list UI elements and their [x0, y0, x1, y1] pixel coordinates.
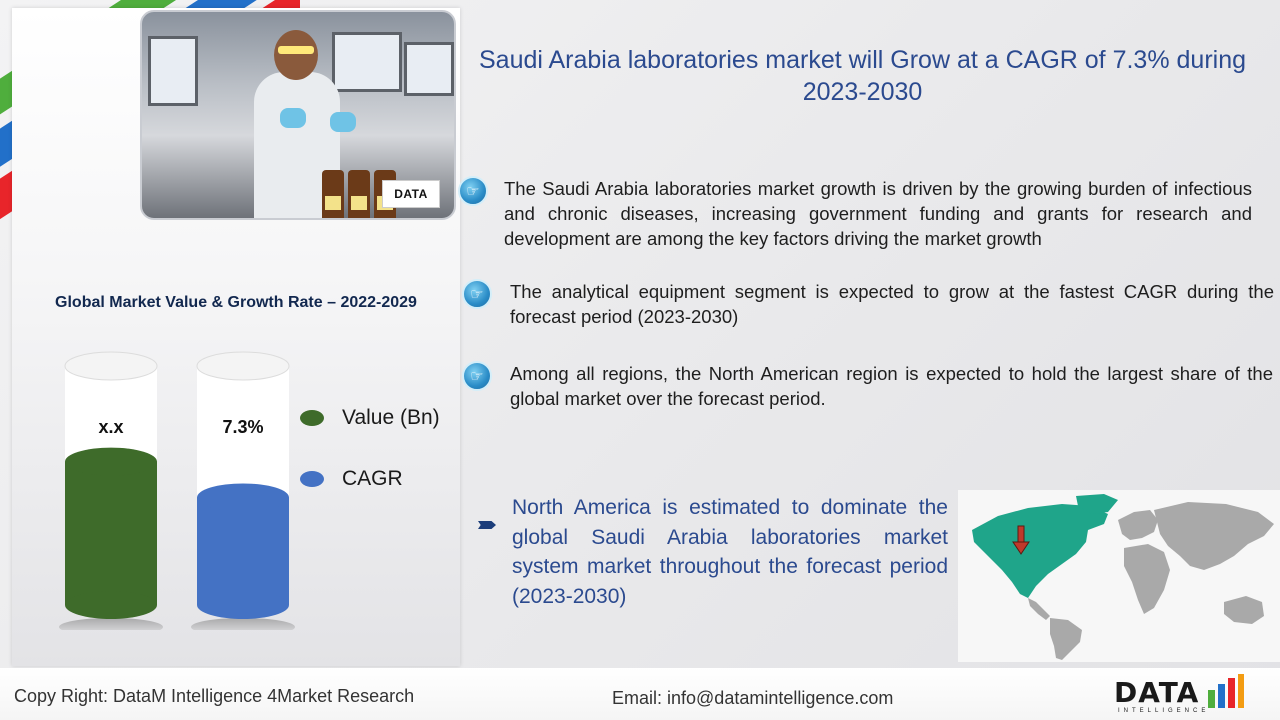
central-america-shape — [1028, 598, 1050, 620]
legend-item-cagr: CAGR — [300, 467, 403, 491]
europe-shape — [1118, 510, 1158, 540]
asia-shape — [1154, 502, 1274, 570]
cylinder-base — [65, 591, 157, 619]
photo-window — [332, 32, 402, 92]
photo-window — [404, 42, 454, 96]
legend-swatch-cagr — [300, 471, 324, 487]
cylinder-shadow — [59, 618, 163, 630]
highlight-text: North America is estimated to dominate t… — [512, 496, 948, 608]
africa-shape — [1124, 544, 1170, 614]
legend-item-value: Value (Bn) — [300, 406, 440, 430]
cylinder-bar — [65, 461, 157, 605]
safety-glasses — [278, 46, 314, 54]
bullet-text: The Saudi Arabia laboratories market gro… — [504, 178, 1252, 249]
bullet-item: ☞ Among all regions, the North American … — [462, 361, 1273, 411]
logo-word: DATA — [1114, 676, 1200, 709]
cylinder-data-label: 7.3% — [222, 417, 263, 437]
legend-label-value: Value (Bn) — [342, 406, 440, 429]
bottle — [348, 170, 370, 218]
footer-email[interactable]: Email: info@datamintelligence.com — [612, 688, 893, 709]
lab-photo: DATA — [140, 10, 456, 220]
photo-window — [148, 36, 198, 106]
cylinder-fill-top — [197, 483, 289, 512]
north-america-shape — [972, 504, 1108, 598]
glove — [280, 108, 306, 128]
company-logo: DATA INTELLIGENCE — [1114, 674, 1274, 718]
logo-subtext: INTELLIGENCE — [1118, 708, 1210, 714]
legend-swatch-value — [300, 410, 324, 426]
australia-shape — [1224, 596, 1264, 624]
bullet-text: The analytical equipment segment is expe… — [510, 281, 1274, 327]
bottle-label — [325, 196, 341, 210]
page-title: Saudi Arabia laboratories market will Gr… — [478, 46, 1247, 106]
hand-pointer-icon: ☞ — [458, 176, 488, 206]
hand-pointer-icon: ☞ — [462, 361, 492, 391]
south-america-shape — [1050, 618, 1082, 660]
glove — [330, 112, 356, 132]
arrow-bullet-icon — [478, 521, 496, 529]
bullet-item: ☞ The Saudi Arabia laboratories market g… — [458, 176, 1252, 251]
hand-pointer-icon: ☞ — [462, 279, 492, 309]
world-map-svg — [972, 494, 1274, 660]
cylinder-base — [197, 591, 289, 619]
bullet-text: Among all regions, the North American re… — [510, 363, 1273, 409]
cylinder-bar — [197, 497, 289, 605]
scientist-head — [274, 30, 318, 80]
bullet-item: ☞ The analytical equipment segment is ex… — [462, 279, 1274, 329]
logo-bars-icon — [1208, 674, 1244, 708]
chart-title: Global Market Value & Growth Rate – 2022… — [55, 294, 417, 311]
bottle — [322, 170, 344, 218]
cylinder-data-label: x.x — [98, 417, 123, 437]
photo-logo: DATA — [382, 180, 440, 208]
cylinder-fill-top — [65, 447, 157, 476]
bottle-label — [351, 196, 367, 210]
footer: Copy Right: DataM Intelligence 4Market R… — [0, 668, 1280, 720]
footer-copyright: Copy Right: DataM Intelligence 4Market R… — [14, 686, 415, 706]
cylinder-top — [196, 351, 290, 381]
cylinder-shadow — [191, 618, 295, 630]
world-map — [958, 490, 1280, 662]
legend-label-cagr: CAGR — [342, 467, 403, 490]
highlight-callout: North America is estimated to dominate t… — [478, 493, 948, 611]
cylinder-top — [64, 351, 158, 381]
